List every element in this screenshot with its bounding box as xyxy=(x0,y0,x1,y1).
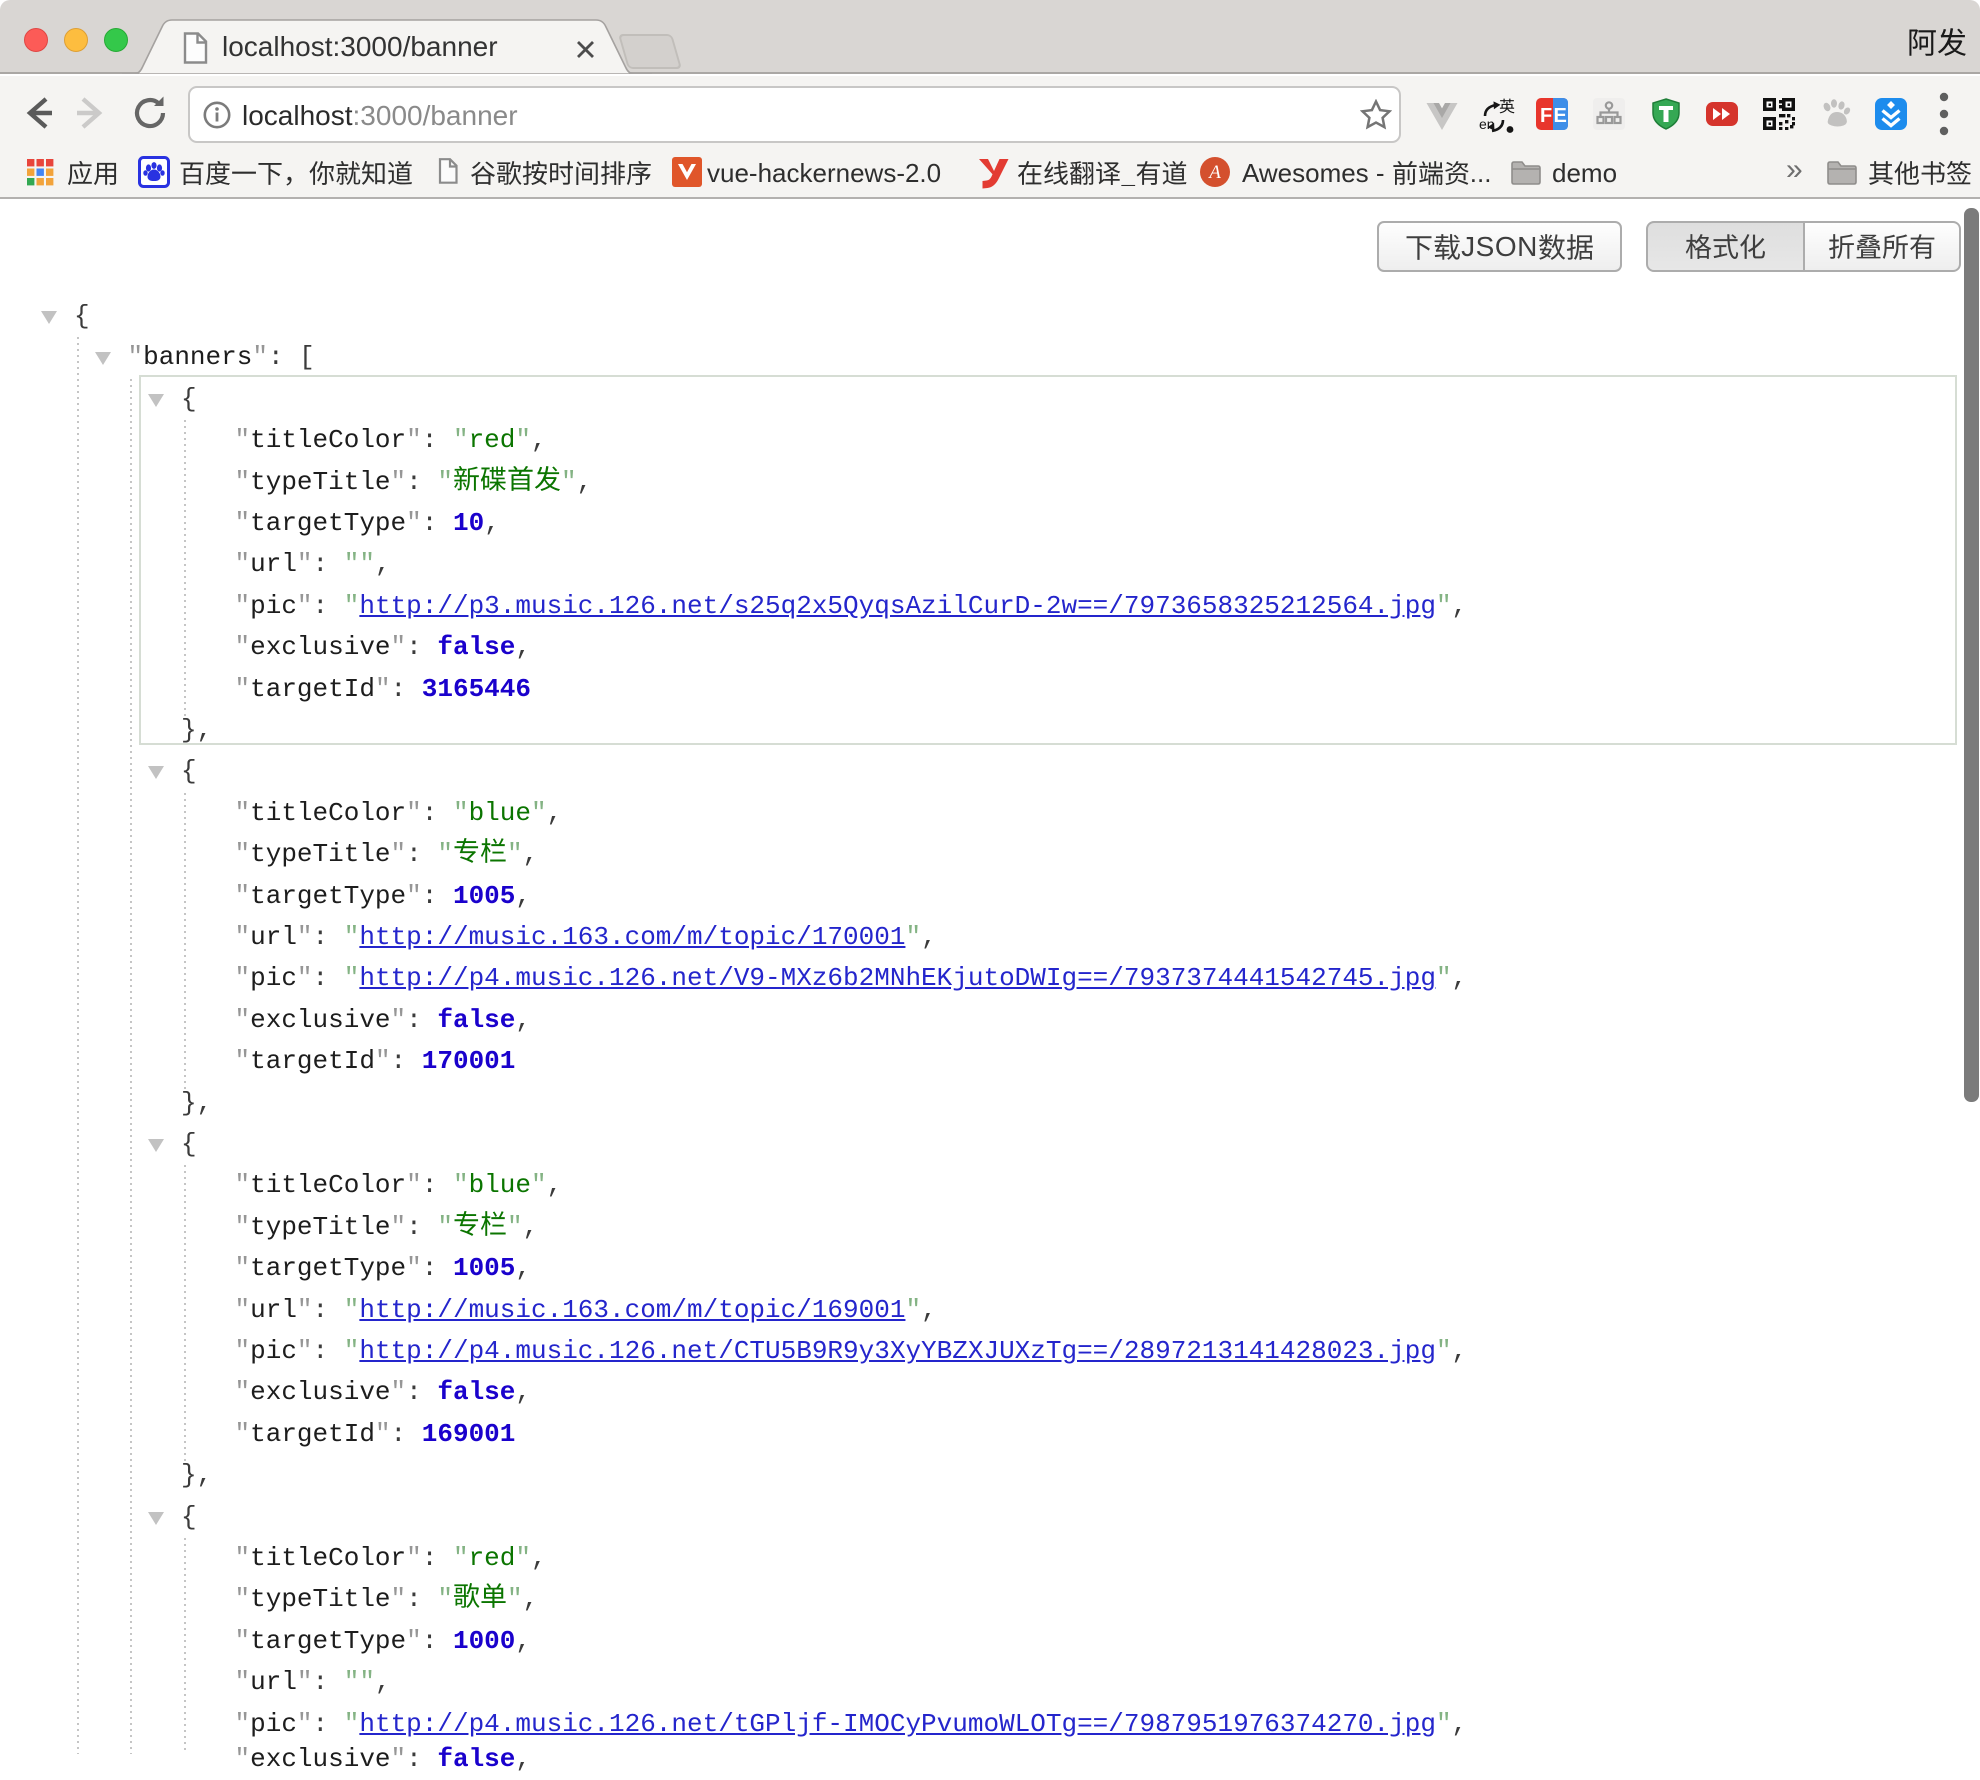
svg-text:A: A xyxy=(1207,162,1221,183)
svg-text:E: E xyxy=(1554,105,1567,127)
svg-text:F: F xyxy=(1540,105,1552,127)
svg-text:en: en xyxy=(1479,116,1495,132)
